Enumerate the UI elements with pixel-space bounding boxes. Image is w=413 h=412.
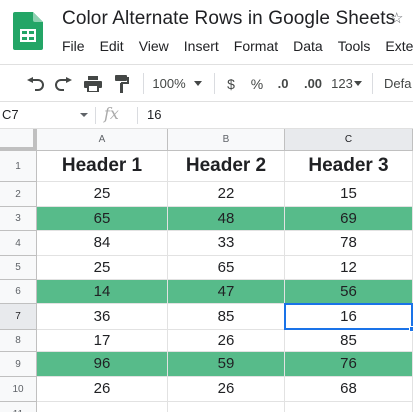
table-cell[interactable]: 84 (37, 231, 168, 256)
table-cell[interactable]: 25 (37, 182, 168, 207)
row-header-6[interactable]: 6 (0, 280, 37, 304)
more-formats-dropdown-icon[interactable] (354, 65, 362, 102)
star-icon[interactable]: ☆ (390, 9, 403, 27)
name-box[interactable]: C7 (0, 102, 92, 128)
redo-icon[interactable] (51, 65, 77, 102)
toolbar-divider (143, 73, 144, 94)
table-cell[interactable]: 33 (168, 231, 285, 256)
formula-divider (137, 107, 138, 124)
table-cell[interactable]: 16 (285, 304, 413, 330)
row-header-5[interactable]: 5 (0, 256, 37, 280)
row-header-10[interactable]: 10 (0, 377, 37, 402)
app-header: Color Alternate Rows in Google Sheets ☆ … (0, 0, 413, 64)
row-header-7[interactable]: 7 (0, 304, 37, 330)
header-cell[interactable]: Header 1 (37, 151, 168, 182)
fx-icon: fx (104, 104, 119, 123)
row-header-9[interactable]: 9 (0, 352, 37, 377)
increase-decimal-button[interactable]: .00 (300, 65, 326, 102)
paint-format-icon[interactable] (109, 65, 135, 102)
formula-input[interactable]: 16 (147, 102, 161, 128)
toolbar-divider (372, 73, 373, 94)
dropdown-icon[interactable] (190, 65, 206, 102)
menu-data[interactable]: Data (293, 38, 323, 54)
sheets-logo-icon[interactable] (13, 12, 43, 50)
more-formats-button[interactable]: 123 (330, 65, 354, 102)
document-title[interactable]: Color Alternate Rows in Google Sheets (62, 8, 395, 30)
decrease-decimal-button[interactable]: .0 (272, 65, 294, 102)
print-icon[interactable] (80, 65, 106, 102)
menu-tools[interactable]: Tools (338, 38, 371, 54)
currency-button[interactable]: $ (222, 65, 240, 102)
table-cell[interactable]: 76 (285, 352, 413, 377)
table-cell[interactable]: 26 (37, 377, 168, 402)
table-cell[interactable]: 65 (168, 256, 285, 280)
table-cell[interactable]: 85 (168, 304, 285, 330)
table-cell[interactable]: 69 (285, 207, 413, 231)
name-box-dropdown-icon[interactable] (80, 113, 88, 117)
column-header-a[interactable]: A (37, 129, 168, 151)
table-cell[interactable]: 59 (168, 352, 285, 377)
fill-handle[interactable] (409, 326, 413, 332)
table-cell[interactable]: 25 (37, 256, 168, 280)
table-cell[interactable]: 12 (285, 256, 413, 280)
row-header-11[interactable]: 11 (0, 402, 37, 412)
table-cell[interactable]: 96 (37, 352, 168, 377)
menu-edit[interactable]: Edit (100, 38, 124, 54)
toolbar: 100% $ % .0 .00 123 Defa (0, 64, 413, 102)
menu-extensions[interactable]: Exte (385, 38, 413, 54)
column-header-b[interactable]: B (168, 129, 285, 151)
table-cell[interactable]: 56 (285, 280, 413, 304)
table-cell[interactable]: 78 (285, 231, 413, 256)
zoom-select[interactable]: 100% (150, 65, 188, 102)
header-cell[interactable]: Header 2 (168, 151, 285, 182)
menu-file[interactable]: File (62, 38, 85, 54)
row-header-4[interactable]: 4 (0, 231, 37, 256)
undo-icon[interactable] (22, 65, 48, 102)
formula-divider (95, 107, 96, 124)
table-cell[interactable]: 47 (168, 280, 285, 304)
table-cell[interactable] (37, 402, 168, 412)
table-cell[interactable] (168, 402, 285, 412)
row-header-3[interactable]: 3 (0, 207, 37, 231)
table-cell[interactable]: 68 (285, 377, 413, 402)
table-cell[interactable]: 85 (285, 330, 413, 352)
table-cell[interactable]: 22 (168, 182, 285, 207)
menu-bar: File Edit View Insert Format Data Tools … (62, 38, 413, 54)
table-cell[interactable]: 14 (37, 280, 168, 304)
row-header-1[interactable]: 1 (0, 151, 37, 182)
table-cell[interactable]: 36 (37, 304, 168, 330)
menu-view[interactable]: View (139, 38, 169, 54)
table-cell[interactable]: 17 (37, 330, 168, 352)
row-header-2[interactable]: 2 (0, 182, 37, 207)
toolbar-divider (214, 73, 215, 94)
table-cell[interactable]: 15 (285, 182, 413, 207)
percent-button[interactable]: % (248, 65, 266, 102)
table-cell[interactable]: 26 (168, 377, 285, 402)
font-select[interactable]: Defa (384, 65, 413, 102)
column-header-c[interactable]: C (285, 129, 413, 151)
formula-bar: C7 fx 16 (0, 102, 413, 129)
header-cell[interactable]: Header 3 (285, 151, 413, 182)
table-cell[interactable]: 65 (37, 207, 168, 231)
table-cell[interactable]: 26 (168, 330, 285, 352)
row-header-8[interactable]: 8 (0, 330, 37, 352)
table-cell[interactable]: 48 (168, 207, 285, 231)
menu-insert[interactable]: Insert (184, 38, 219, 54)
menu-format[interactable]: Format (234, 38, 278, 54)
table-cell[interactable] (285, 402, 413, 412)
select-all-corner[interactable] (0, 129, 37, 151)
